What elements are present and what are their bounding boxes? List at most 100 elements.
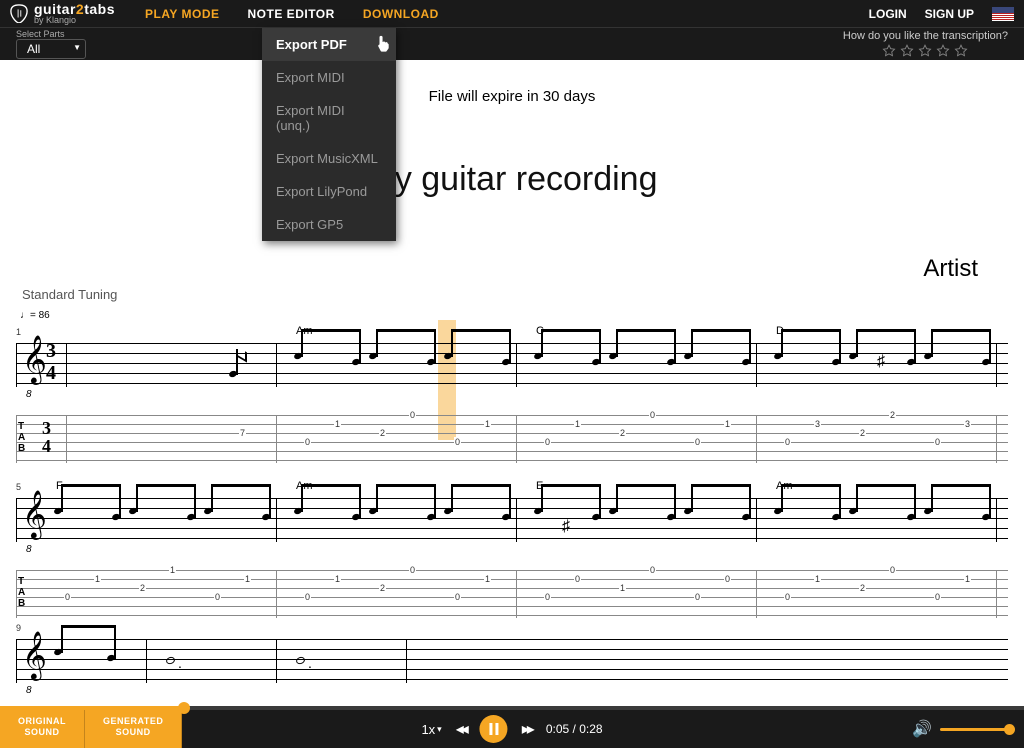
fret-number: 0 (934, 437, 941, 447)
fret-number: 0 (409, 565, 416, 575)
top-bar: guitar2tabs by Klangio PLAY MODE NOTE ED… (0, 0, 1024, 28)
fret-number: 1 (94, 574, 101, 584)
sub-bar: Select Parts All How do you like the tra… (0, 28, 1024, 60)
fret-number: 0 (304, 437, 311, 447)
tab-time-signature: 34 (42, 419, 51, 455)
treble-clef-icon: 𝄞 (22, 491, 47, 539)
star-icon[interactable] (882, 44, 896, 58)
tab-generated-sound[interactable]: GENERATEDSOUND (85, 710, 182, 748)
pointer-cursor-icon (376, 35, 390, 51)
treble-clef-icon: 𝄞 (22, 336, 47, 384)
fret-number: 1 (334, 574, 341, 584)
music-system: FAmEAm5𝄞8♯TAB012101012001001000012001 (16, 480, 1008, 618)
fret-number: 0 (574, 574, 581, 584)
fret-number: 2 (889, 410, 896, 420)
fret-number: 2 (379, 428, 386, 438)
fret-number: 0 (694, 437, 701, 447)
fret-number: 0 (784, 437, 791, 447)
artist-name: Artist (923, 255, 978, 283)
fret-number: 1 (619, 583, 626, 593)
fret-number: 1 (724, 419, 731, 429)
tempo-mark: 86 (20, 310, 50, 321)
staff[interactable]: 1𝄞834♯ (16, 343, 1008, 387)
tab-original-sound[interactable]: ORIGINALSOUND (0, 710, 85, 748)
expire-notice: File will expire in 30 days (429, 88, 596, 105)
select-parts-dropdown[interactable]: All (16, 39, 86, 59)
tuning-label: Standard Tuning (22, 287, 117, 302)
star-icon[interactable] (900, 44, 914, 58)
brand-sub: by Klangio (34, 16, 115, 25)
fret-number: 2 (379, 583, 386, 593)
staff[interactable]: 5𝄞8♯ (16, 498, 1008, 542)
fret-number: 2 (619, 428, 626, 438)
nav-play-mode[interactable]: PLAY MODE (145, 7, 220, 21)
guitar-pick-icon (10, 4, 28, 24)
star-icon[interactable] (936, 44, 950, 58)
measure-number: 5 (16, 482, 21, 492)
rating-block: How do you like the transcription? (843, 30, 1008, 58)
download-item[interactable]: Export GP5 (262, 208, 396, 241)
fret-number: 0 (544, 592, 551, 602)
rating-stars[interactable] (843, 44, 1008, 58)
music-system: E9𝄞8..TAB (16, 635, 1008, 683)
octave-sub: 8 (26, 544, 32, 555)
download-item[interactable]: Export MusicXML (262, 142, 396, 175)
tablature[interactable]: TAB012101012001001000012001 (16, 570, 1008, 618)
fret-number: 2 (139, 583, 146, 593)
tab-label: TAB (18, 421, 25, 454)
fret-number: 1 (169, 565, 176, 575)
signup-link[interactable]: SIGN UP (925, 7, 974, 21)
speed-selector[interactable]: 1x (421, 722, 441, 737)
progress-track[interactable] (0, 706, 1024, 710)
fret-number: 0 (544, 437, 551, 447)
download-item[interactable]: Export LilyPond (262, 175, 396, 208)
fret-number: 3 (814, 419, 821, 429)
forward-button[interactable]: ▸▸ (522, 719, 532, 739)
fret-number: 1 (334, 419, 341, 429)
fret-number: 0 (649, 410, 656, 420)
fret-number: 1 (814, 574, 821, 584)
fret-number: 0 (409, 410, 416, 420)
fret-number: 1 (484, 419, 491, 429)
fret-number: 0 (694, 592, 701, 602)
volume-track[interactable] (940, 728, 1010, 731)
fret-number: 2 (859, 583, 866, 593)
progress-knob[interactable] (178, 702, 190, 714)
time-display: 0:05 / 0:28 (546, 722, 603, 736)
login-link[interactable]: LOGIN (869, 7, 907, 21)
play-pause-button[interactable] (480, 715, 508, 743)
volume-knob[interactable] (1004, 724, 1015, 735)
nav-note-editor[interactable]: NOTE EDITOR (248, 7, 335, 21)
star-icon[interactable] (954, 44, 968, 58)
nav-download[interactable]: DOWNLOAD (363, 7, 439, 21)
progress-fill (0, 706, 184, 710)
player-bar: ORIGINALSOUND GENERATEDSOUND 1x ◂◂ ▸▸ 0:… (0, 710, 1024, 748)
tablature[interactable]: TAB347012001012001032203 (16, 415, 1008, 463)
time-signature: 34 (46, 341, 56, 385)
measure-number: 1 (16, 327, 21, 337)
main-nav: PLAY MODE NOTE EDITOR DOWNLOAD (145, 7, 439, 21)
fret-number: 0 (64, 592, 71, 602)
auth-links: LOGIN SIGN UP (869, 7, 1014, 21)
rating-prompt: How do you like the transcription? (843, 30, 1008, 42)
download-item[interactable]: Export PDF (262, 28, 396, 61)
rewind-button[interactable]: ◂◂ (456, 719, 466, 739)
fret-number: 1 (574, 419, 581, 429)
volume-icon[interactable]: 🔊 (912, 719, 932, 739)
star-icon[interactable] (918, 44, 932, 58)
octave-sub: 8 (26, 389, 32, 400)
fret-number: 2 (859, 428, 866, 438)
pause-icon (489, 723, 498, 735)
sheet-area: File will expire in 30 days my guitar re… (0, 60, 1024, 710)
staff[interactable]: 9𝄞8.. (16, 639, 1008, 683)
measure-number: 9 (16, 623, 21, 633)
flag-us-icon[interactable] (992, 7, 1014, 21)
fret-number: 0 (214, 592, 221, 602)
half-note: . (296, 657, 305, 664)
fret-number: 0 (934, 592, 941, 602)
fret-number: 1 (484, 574, 491, 584)
download-item[interactable]: Export MIDI (262, 61, 396, 94)
fret-number: 0 (304, 592, 311, 602)
download-item[interactable]: Export MIDI (unq.) (262, 94, 396, 142)
brand[interactable]: guitar2tabs by Klangio (10, 2, 115, 25)
